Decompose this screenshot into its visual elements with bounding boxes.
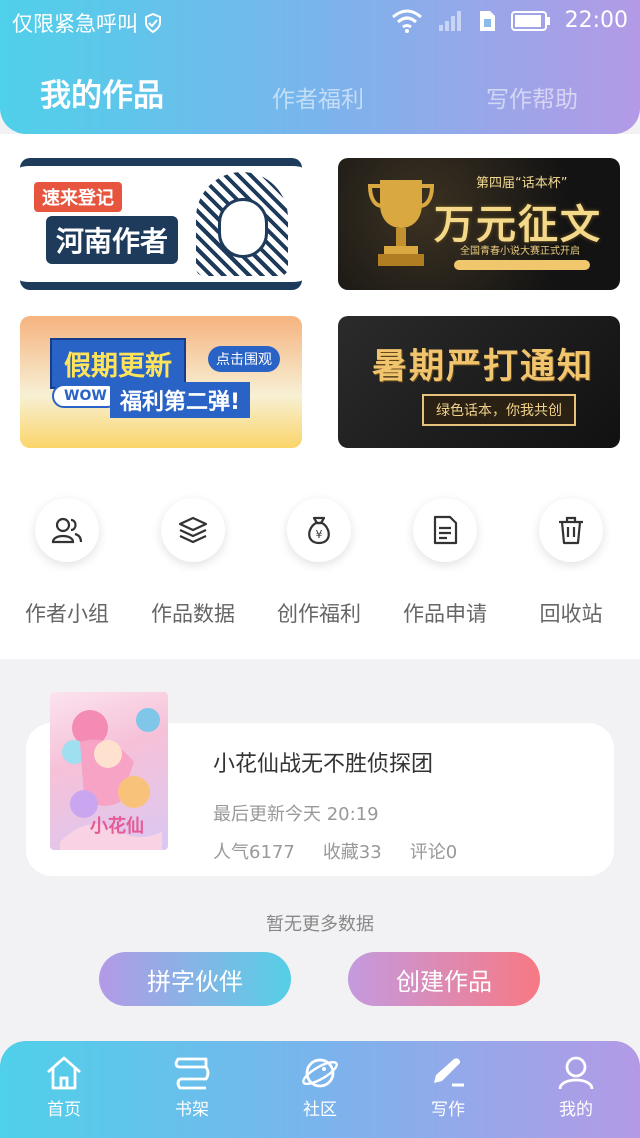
trash-icon: [559, 516, 583, 545]
quick-icon-circle: [35, 498, 99, 562]
tab-author-benefits[interactable]: 作者福利: [272, 80, 364, 114]
nav-label: 书架: [175, 1100, 209, 1120]
quick-recycle-bin[interactable]: 回收站: [508, 498, 634, 628]
work-last-updated: 最后更新今天 20:19: [213, 804, 379, 825]
bookshelf-icon: [174, 1057, 210, 1090]
work-title[interactable]: 小花仙战无不胜侦探团: [213, 746, 433, 778]
battery-icon: [510, 10, 550, 31]
quick-label: 作品数据: [151, 602, 235, 626]
top-tabs: 我的作品 作者福利 写作帮助: [0, 66, 640, 116]
pen-icon: [434, 1058, 464, 1087]
layers-icon: [178, 516, 208, 544]
work-popularity: 人气6177: [213, 842, 295, 863]
banner-holiday-update[interactable]: 假期更新 点击围观 WOW 福利第二弹!: [20, 316, 302, 448]
tab-my-works[interactable]: 我的作品: [40, 70, 164, 115]
binoculars-figure-icon: [196, 172, 288, 276]
banner-summer-notice[interactable]: 暑期严打通知 绿色话本，你我共创: [338, 316, 620, 448]
work-stats: 人气6177 收藏33 评论0: [213, 838, 457, 864]
nav-home[interactable]: 首页: [0, 1055, 128, 1120]
banner-badge: 点击围观: [208, 346, 280, 372]
group-icon: [51, 517, 83, 544]
banner-subtitle: 福利第二弹!: [110, 382, 251, 418]
quick-work-apply[interactable]: 作品申请: [382, 498, 508, 628]
quick-author-group[interactable]: 作者小组: [4, 498, 130, 628]
banner-bar: [454, 260, 590, 270]
banner-henan-author[interactable]: 速来登记 河南作者: [20, 158, 302, 290]
banner-title: 河南作者: [46, 216, 179, 264]
writing-partner-button[interactable]: 拼字伙伴: [99, 952, 291, 1006]
profile-icon: [558, 1056, 594, 1090]
nav-community[interactable]: 社区: [256, 1055, 384, 1120]
quick-label: 作品申请: [403, 602, 487, 626]
tab-writing-help[interactable]: 写作帮助: [486, 80, 578, 114]
face-icon: [218, 198, 268, 258]
nav-label: 写作: [431, 1100, 465, 1120]
work-favorites: 收藏33: [322, 842, 382, 863]
document-icon: [433, 515, 458, 545]
home-icon: [47, 1056, 81, 1090]
quick-label: 创作福利: [277, 602, 361, 626]
quick-work-data[interactable]: 作品数据: [130, 498, 256, 628]
banner-wow: WOW: [52, 384, 119, 408]
book-cover[interactable]: 小花仙: [50, 692, 168, 850]
nav-label: 我的: [559, 1100, 593, 1120]
quick-icon-circle: [539, 498, 603, 562]
bottom-nav: 首页 书架 社区 写作 我的: [0, 1041, 640, 1138]
status-left: 仅限紧急呼叫: [12, 8, 162, 38]
quick-icon-circle: [161, 498, 225, 562]
planet-icon: [302, 1058, 338, 1088]
quick-creation-benefits[interactable]: ¥ 创作福利: [256, 498, 382, 628]
quick-icon-circle: ¥: [287, 498, 351, 562]
content-panel: 速来登记 河南作者 第四届“话本杯” 万元征文 全国青春小说大赛正式开启 假期更…: [0, 134, 640, 659]
banner-tag: 速来登记: [34, 182, 122, 212]
wifi-icon: [391, 9, 422, 33]
money-bag-icon: ¥: [308, 516, 330, 545]
quick-label: 回收站: [539, 602, 603, 626]
sim-icon: [479, 10, 495, 31]
svg-text:¥: ¥: [316, 528, 323, 541]
signal-icon: [438, 10, 461, 31]
banner-pill: 绿色话本，你我共创: [422, 394, 576, 426]
quick-actions: 作者小组 作品数据 ¥ 创作福利 作品申请 回收站: [0, 498, 640, 628]
quick-icon-circle: [413, 498, 477, 562]
clock: 22:00: [564, 8, 628, 33]
no-more-data: 暂无更多数据: [266, 914, 374, 935]
work-comments: 评论0: [409, 842, 458, 863]
status-bar: 仅限紧急呼叫 22:00: [0, 0, 640, 46]
emergency-call-text: 仅限紧急呼叫: [12, 12, 138, 36]
book-cover-illustration: 小花仙: [60, 708, 162, 850]
shield-icon: [145, 13, 161, 33]
quick-label: 作者小组: [25, 602, 109, 626]
nav-label: 首页: [47, 1100, 81, 1120]
nav-label: 社区: [303, 1100, 337, 1120]
header: 仅限紧急呼叫 22:00 我的作品 作者福利 写作帮助: [0, 0, 640, 134]
banner-contest[interactable]: 第四届“话本杯” 万元征文 全国青春小说大赛正式开启: [338, 158, 620, 290]
create-work-button[interactable]: 创建作品: [348, 952, 540, 1006]
status-right: 22:00: [391, 8, 628, 33]
nav-write[interactable]: 写作: [384, 1055, 512, 1120]
banner-subtitle: 第四届“话本杯”: [476, 176, 568, 191]
nav-bookshelf[interactable]: 书架: [128, 1055, 256, 1120]
banner-caption: 全国青春小说大赛正式开启: [460, 246, 580, 257]
banner-title: 暑期严打通知: [372, 347, 595, 387]
svg-text:小花仙: 小花仙: [90, 815, 144, 837]
trophy-icon: [367, 180, 435, 266]
nav-me[interactable]: 我的: [512, 1055, 640, 1120]
